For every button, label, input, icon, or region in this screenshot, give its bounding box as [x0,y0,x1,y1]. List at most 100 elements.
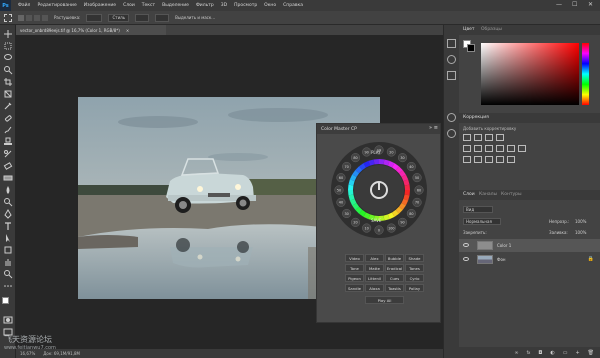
layer-row[interactable]: Фон 🔒 [459,253,600,266]
play-all-button[interactable]: Play All [365,296,404,304]
more-tools-icon[interactable] [3,281,13,291]
preset-button-toastis[interactable]: Toastis [385,284,404,292]
properties-panel-icon[interactable] [447,55,456,64]
eyedropper-tool-icon[interactable] [3,101,13,111]
hue-slider[interactable] [582,43,589,105]
layer-row[interactable]: Color 1 [459,239,600,252]
hue-saturation-icon[interactable] [474,145,482,152]
hand-tool-icon[interactable] [3,257,13,267]
preset-button-alaxa[interactable]: Alaxa [365,284,384,292]
marquee-tool-icon[interactable] [3,41,13,51]
brush-tool-icon[interactable] [3,125,13,135]
document-tab-close-icon[interactable]: × [126,28,129,33]
posterize-icon[interactable] [474,156,482,163]
eye-icon[interactable] [463,243,469,247]
hue-segment[interactable] [348,190,354,196]
blur-tool-icon[interactable] [3,185,13,195]
invert-icon[interactable] [463,156,471,163]
layer-kind-filter[interactable]: Вид [463,206,493,213]
menu-type[interactable]: Текст [142,3,155,8]
preset-button-bubble[interactable]: Bubble [385,254,404,262]
color-balance-icon[interactable] [485,145,493,152]
menu-edit[interactable]: Редактирование [37,3,76,8]
preset-button-shade[interactable]: Shade [405,254,424,262]
gradient-tool-icon[interactable] [3,173,13,183]
hue-segment[interactable] [379,159,385,165]
link-layers-icon[interactable]: ∞ [514,350,518,356]
hue-segment[interactable] [404,190,410,196]
black-white-icon[interactable] [496,145,504,152]
vibrance-icon[interactable] [463,145,471,152]
preset-button-matte[interactable]: Matte [365,264,384,272]
new-layer-icon[interactable]: + [575,350,579,356]
libraries-panel-icon[interactable] [447,71,456,80]
type-tool-icon[interactable] [3,221,13,231]
pen-tool-icon[interactable] [3,209,13,219]
preset-button-cues[interactable]: Cues [385,274,404,282]
frame-tool-icon[interactable] [3,89,13,99]
eye-icon[interactable] [463,257,469,261]
lasso-tool-icon[interactable] [3,53,13,63]
blend-mode-select[interactable]: Нормальная [463,218,501,225]
preset-button-sandie[interactable]: Sandie [345,284,364,292]
curves-icon[interactable] [485,134,493,141]
preset-button-littenil[interactable]: Littenil [365,274,384,282]
zoom-tool-icon[interactable] [3,269,13,279]
eraser-tool-icon[interactable] [3,161,13,171]
preset-button-alex[interactable]: Alex [365,254,384,262]
brightness-contrast-icon[interactable] [463,134,471,141]
threshold-icon[interactable] [485,156,493,163]
preset-button-tone[interactable]: Tone [345,264,364,272]
wheel-play-label[interactable]: PLAY [371,150,381,155]
rectangle-tool-icon[interactable] [3,245,13,255]
preset-button-tones[interactable]: Tones [405,264,424,272]
wheel-save-label[interactable]: SAVE [371,218,381,223]
selective-color-icon[interactable] [507,156,515,163]
history-brush-tool-icon[interactable] [3,149,13,159]
tab-paths[interactable]: Контуры [501,192,522,197]
height-input[interactable] [155,13,170,22]
trash-icon[interactable]: 🗑 [588,350,594,356]
tab-layers[interactable]: Слои [463,192,475,197]
marquee-tool-icon[interactable] [4,13,12,22]
opacity-value[interactable]: 100% [575,219,586,224]
menu-layers[interactable]: Слои [123,3,135,8]
fill-value[interactable]: 100% [575,230,586,235]
gradient-map-icon[interactable] [496,156,504,163]
menu-view[interactable]: Просмотр [234,3,257,8]
path-selection-tool-icon[interactable] [3,233,13,243]
selection-mode-icons[interactable] [18,14,48,21]
group-icon[interactable]: ▭ [563,350,568,356]
quick-mask-icon[interactable] [3,315,13,325]
tab-swatches[interactable]: Образцы [481,27,502,32]
dodge-tool-icon[interactable] [3,197,13,207]
photo-filter-icon[interactable] [507,145,515,152]
maximize-button[interactable]: ☐ [572,1,577,8]
foreground-color-swatch[interactable] [2,297,9,304]
color-picker-field[interactable] [481,43,579,105]
minimize-button[interactable]: — [556,1,562,8]
color-wheel[interactable]: 10 20 30 40 50 60 70 80 90 100 0 10 20 30 40 50 60 70 80 90 [329,140,429,240]
mask-icon[interactable]: ◘ [538,350,542,356]
preset-button-video[interactable]: Video [345,254,364,262]
color-panel-background-swatch[interactable] [467,44,475,52]
menu-file[interactable]: Файл [18,3,30,8]
menu-filter[interactable]: Фильтр [196,3,214,8]
clone-stamp-tool-icon[interactable] [3,137,13,147]
panel-menu-icon[interactable]: ≡ [434,125,438,131]
preset-button-cyrio[interactable]: Cyrio [405,274,424,282]
menu-help[interactable]: Справка [283,3,303,8]
panel-collapse-icon[interactable]: » [429,125,432,131]
tab-channels[interactable]: Каналы [479,192,497,197]
preset-button-pigeon[interactable]: Pigeon [345,274,364,282]
tab-color[interactable]: Цвет [463,27,475,32]
move-tool-icon[interactable] [3,29,13,39]
history-panel-icon[interactable] [447,39,456,48]
hue-segment[interactable] [348,184,354,190]
menu-image[interactable]: Изображение [84,3,116,8]
style-select[interactable]: Стиль [108,13,130,22]
preset-button-eradical[interactable]: Eradical [385,264,404,272]
hue-segment[interactable] [404,184,410,190]
menu-window[interactable]: Окно [264,3,276,8]
document-tab[interactable]: vector_onbrd89eejs.tif @ 16,7% (Color 1,… [16,25,166,35]
